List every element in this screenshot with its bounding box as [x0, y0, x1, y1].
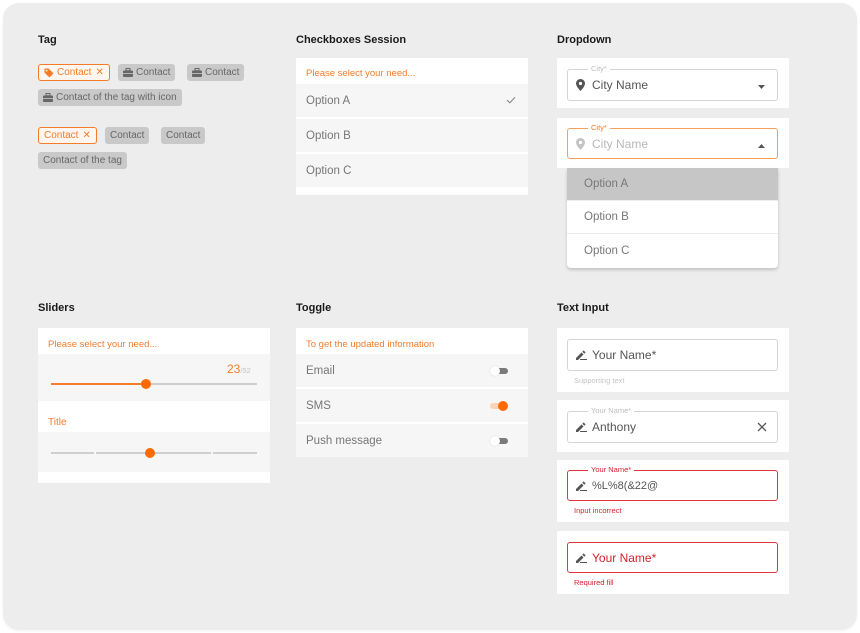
city-value: City Name: [592, 78, 649, 92]
pencil-icon: [576, 552, 587, 563]
city-dropdown[interactable]: City* City Name: [567, 64, 778, 101]
slider-current-value: 23: [227, 362, 241, 376]
checkbox-option-c[interactable]: Option C: [296, 154, 528, 187]
error-message: Required fill: [574, 578, 614, 587]
name-placeholder: Your Name*: [592, 550, 657, 565]
checkbox-hint: Please select your need...: [306, 68, 416, 79]
tag-chip-active[interactable]: Contact ✕: [38, 64, 110, 81]
tag-label: Contact: [166, 130, 201, 141]
option-label: Option A: [306, 94, 351, 107]
slider-value: 23/52: [227, 362, 251, 376]
dropdown-option-c[interactable]: Option C: [567, 234, 778, 267]
tag-label: Contact: [44, 130, 79, 141]
email-toggle[interactable]: [490, 365, 508, 376]
city-placeholder: City Name: [592, 136, 649, 151]
close-icon[interactable]: ✕: [82, 130, 90, 141]
tag-chip[interactable]: Contact of the tag with icon: [38, 89, 182, 106]
slider-hint: Please select your need...: [48, 339, 158, 350]
tag-label: Contact of the tag: [43, 155, 122, 166]
caret-up-icon: [758, 135, 765, 153]
pencil-icon: [576, 480, 587, 491]
tag-chip[interactable]: Contact: [161, 127, 206, 144]
toggle-label: Email: [306, 364, 335, 377]
tag-chip[interactable]: Contact: [187, 64, 245, 81]
briefcase-icon: [192, 68, 202, 77]
tag-chip-active[interactable]: Contact ✕: [38, 127, 97, 144]
sms-toggle[interactable]: [490, 400, 508, 411]
checkbox-option-a[interactable]: Option A: [296, 84, 528, 117]
name-value: Anthony: [592, 420, 637, 434]
dropdown-section-title: Dropdown: [557, 34, 612, 46]
location-pin-icon: [576, 137, 585, 150]
slider-max-value: /52: [240, 366, 251, 375]
close-icon[interactable]: ✕: [95, 67, 103, 78]
briefcase-icon: [123, 68, 133, 77]
dropdown-menu: Option A Option B Option C: [567, 168, 778, 268]
text-input-section-title: Text Input: [557, 302, 609, 314]
caret-down-icon: [758, 76, 765, 94]
dropdown-option-b[interactable]: Option B: [567, 201, 778, 234]
location-pin-icon: [576, 79, 585, 91]
pencil-icon: [576, 350, 587, 360]
toggle-row-push: Push message: [296, 424, 528, 457]
sliders-section-title: Sliders: [38, 302, 75, 314]
clear-icon[interactable]: [757, 422, 767, 432]
name-input[interactable]: Your Name*: [567, 339, 778, 371]
toggle-hint: To get the updated information: [306, 339, 435, 350]
toggle-label: SMS: [306, 399, 331, 412]
city-label: City*: [588, 123, 610, 133]
error-message: Input incorrect: [574, 506, 622, 515]
tag-chip[interactable]: Contact of the tag: [38, 152, 127, 169]
city-dropdown-open[interactable]: City* City Name: [567, 123, 778, 159]
tag-section-title: Tag: [38, 34, 57, 46]
name-input-required[interactable]: Your Name*: [567, 542, 778, 573]
tag-label: Contact: [57, 67, 92, 78]
option-label: Option C: [306, 164, 352, 177]
slider-step-segment[interactable]: [213, 452, 257, 454]
name-input-invalid[interactable]: Your Name* %L%8(&22@: [567, 465, 778, 501]
push-toggle[interactable]: [490, 435, 508, 446]
slider-title: Title: [48, 417, 67, 428]
dropdown-option-a[interactable]: Option A: [567, 168, 778, 201]
slider-track-fill: [51, 383, 146, 385]
option-label: Option B: [306, 129, 351, 142]
tag-chip[interactable]: Contact: [118, 64, 176, 81]
tag-chip[interactable]: Contact: [105, 127, 150, 144]
name-input-filled[interactable]: Your Name* Anthony: [567, 406, 778, 443]
tag-label: Contact: [205, 67, 240, 78]
toggle-label: Push message: [306, 434, 383, 447]
pencil-icon: [576, 422, 587, 432]
slider-thumb[interactable]: [144, 448, 155, 458]
slider-thumb[interactable]: [140, 379, 151, 389]
checkmark-icon: [506, 95, 516, 107]
name-label: Your Name*: [588, 406, 635, 416]
name-placeholder: Your Name*: [592, 348, 657, 362]
tag-label: Contact of the tag with icon: [56, 92, 177, 103]
checkbox-option-b[interactable]: Option B: [296, 119, 528, 152]
toggle-section-title: Toggle: [296, 302, 332, 314]
briefcase-icon: [43, 93, 53, 102]
toggle-row-email: Email: [296, 354, 528, 387]
city-label: City*: [588, 64, 610, 74]
tag-icon: [44, 68, 54, 78]
checkboxes-section-title: Checkboxes Session: [296, 34, 407, 46]
name-value: %L%8(&22@: [592, 479, 659, 492]
name-label: Your Name*: [588, 465, 635, 475]
tag-label: Contact: [136, 67, 171, 78]
supporting-text: Supporting text: [574, 376, 625, 385]
slider-step-segment[interactable]: [51, 452, 94, 454]
toggle-row-sms: SMS: [296, 389, 528, 422]
tag-label: Contact: [110, 130, 145, 141]
